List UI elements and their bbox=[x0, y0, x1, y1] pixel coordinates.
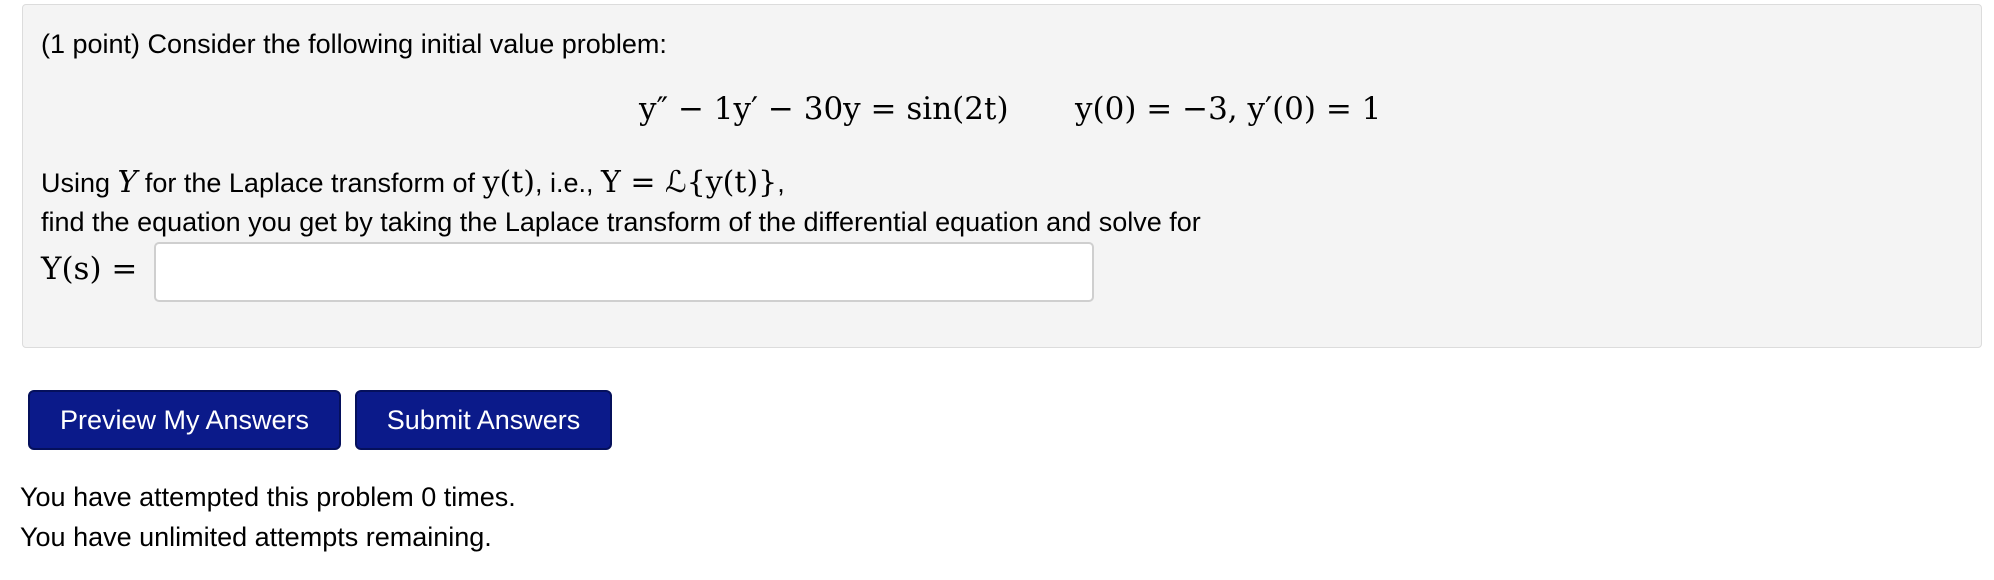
laplace-definition: Y = ℒ{y(t)} bbox=[601, 165, 778, 200]
laplace-instruction: Using Y for the Laplace transform of y(t… bbox=[41, 165, 785, 200]
problem-intro: (1 point) Consider the following initial… bbox=[41, 29, 667, 59]
submit-answers-button[interactable]: Submit Answers bbox=[355, 390, 612, 450]
laplace-prefix: Using bbox=[41, 168, 111, 198]
laplace-suffix: , bbox=[777, 168, 785, 198]
answer-label: Y(s) = bbox=[41, 251, 138, 287]
laplace-ie: , i.e., bbox=[534, 168, 594, 198]
initial-conditions: y(0) = −3, y′(0) = 1 bbox=[1075, 91, 1382, 127]
laplace-yt: y(t) bbox=[482, 165, 535, 200]
differential-equation: y″ − 1y′ − 30y = sin(2t) bbox=[639, 91, 1009, 127]
problem-panel: (1 point) Consider the following initial… bbox=[22, 4, 1982, 348]
laplace-Y-symbol: Y bbox=[117, 165, 138, 200]
preview-answers-button[interactable]: Preview My Answers bbox=[28, 390, 341, 450]
attempts-status: You have attempted this problem 0 times. bbox=[20, 482, 516, 512]
remaining-attempts-status: You have unlimited attempts remaining. bbox=[20, 522, 492, 552]
answer-input[interactable] bbox=[154, 242, 1094, 302]
find-instruction: find the equation you get by taking the … bbox=[41, 207, 1201, 237]
laplace-middle: for the Laplace transform of bbox=[144, 168, 476, 198]
